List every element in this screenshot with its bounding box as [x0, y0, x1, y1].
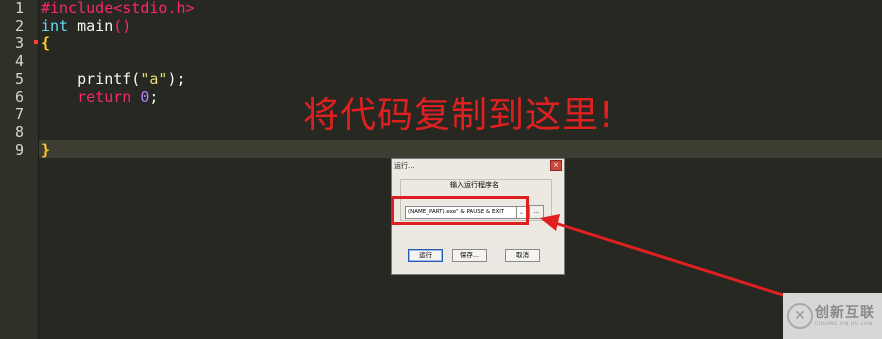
annotation-arrow — [540, 214, 787, 298]
logo-name: 创新互联 — [815, 305, 875, 321]
logo-subtitle: CHUANG XIN HU LIAN — [815, 322, 873, 327]
watermark-logo: ✕ 创新互联 CHUANG XIN HU LIAN — [783, 293, 882, 339]
logo-icon: ✕ — [787, 303, 813, 329]
